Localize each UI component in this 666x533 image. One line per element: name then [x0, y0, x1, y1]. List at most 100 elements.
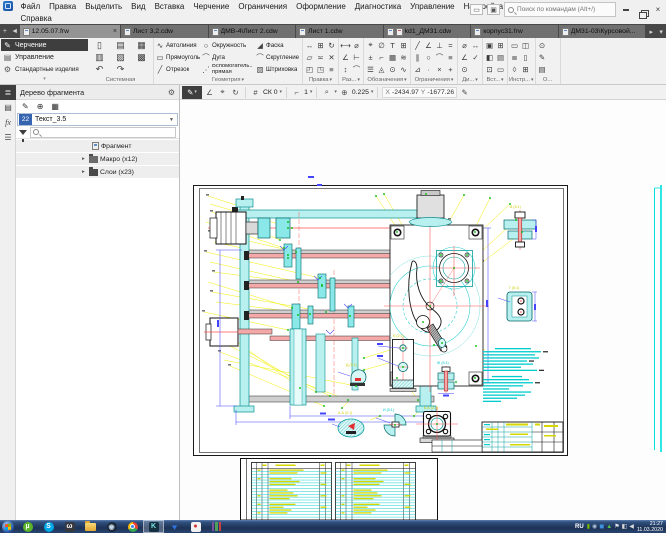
scroll-tabs-left-icon[interactable]: ◄	[10, 25, 20, 38]
tab-list-icon[interactable]: ▾	[656, 25, 666, 38]
layer-chevron-icon[interactable]: ▾	[310, 89, 313, 95]
drawing-canvas[interactable]: В (5:1) Г (5:1) Е (2:1) Ж (5:1)	[180, 100, 666, 520]
new-document-button[interactable]: +	[0, 25, 10, 38]
ribbon-tool-icon[interactable]: ↔	[470, 39, 481, 51]
tree-search-input[interactable]	[30, 127, 176, 138]
tree-item-doc[interactable]: Фрагмент	[16, 140, 179, 152]
ribbon-tool-icon[interactable]: ☰	[365, 64, 376, 76]
document-tab[interactable]: корпус31.frw	[471, 25, 558, 38]
pen-style-button[interactable]: ✎▾	[182, 86, 202, 99]
group-chevron-icon[interactable]: ▾	[330, 77, 333, 83]
group-chevron-icon[interactable]: ▾	[531, 77, 534, 83]
ribbon-tool-icon[interactable]: ⊡	[484, 64, 495, 76]
menu-panel-icon[interactable]: ☰	[0, 130, 16, 145]
ribbon-tool-icon[interactable]: ◊	[509, 64, 520, 76]
ribbon-tool-icon[interactable]: ◬	[376, 64, 387, 76]
ribbon-tool-icon[interactable]: ▭	[509, 39, 520, 51]
angle-snap-icon[interactable]: ∠	[204, 88, 215, 97]
ribbon-tool-icon[interactable]: ∥	[412, 51, 423, 63]
taskbar-skype[interactable]: S	[38, 520, 59, 533]
zoom-chevron-icon[interactable]: ▾	[371, 89, 374, 95]
ribbon-tool-icon[interactable]: ↶	[89, 64, 110, 76]
group-chevron-icon[interactable]: ▾	[241, 77, 244, 83]
eyedropper-icon[interactable]: ✎	[459, 88, 470, 97]
gear-icon[interactable]: ⚙	[168, 88, 175, 97]
cs-chevron-icon[interactable]: ▾	[280, 89, 283, 95]
taskbar-discord[interactable]: ω	[59, 520, 80, 533]
menu-item[interactable]: Ограничения	[234, 2, 292, 11]
ribbon-tool-icon[interactable]: ▣	[484, 39, 495, 51]
menu-item[interactable]: Вид	[127, 2, 150, 11]
ribbon-tool-icon[interactable]: ×	[434, 64, 445, 76]
ribbon-tool-icon[interactable]: ⊞	[315, 39, 326, 51]
document-tab[interactable]: ДМ31-03\Курсовой...	[559, 25, 646, 38]
tool-фаска[interactable]: ◢Фаска	[255, 39, 301, 51]
document-tab[interactable]: 12.05.07.frw×	[20, 25, 120, 38]
coordinate-system-value[interactable]: СК 0	[263, 89, 278, 96]
taskbar-winrar[interactable]	[206, 520, 227, 533]
tree-item-layers[interactable]: ▸Слои (x23)	[16, 166, 179, 178]
ribbon-tool-icon[interactable]: ✓	[470, 51, 481, 63]
modes-collapse-icon[interactable]: ▾	[1, 76, 88, 84]
menu-item-help[interactable]: Справка	[16, 14, 56, 23]
layer-value[interactable]: 1	[304, 89, 308, 96]
ribbon-tool-icon[interactable]: ≋	[398, 51, 409, 63]
steam-tray-icon[interactable]: ◉	[592, 523, 597, 531]
ribbon-tool-icon[interactable]: ⌀	[459, 39, 470, 51]
ribbon-tool-icon[interactable]: ∿	[398, 64, 409, 76]
ribbon-tool-icon[interactable]: ∠	[423, 39, 434, 51]
filter-icon[interactable]	[19, 130, 27, 135]
ribbon-tool-icon[interactable]: ✕	[326, 51, 337, 63]
draw-mode-icon[interactable]: ✎	[22, 102, 29, 111]
document-tab[interactable]: Лист 3,2.cdw	[121, 25, 208, 38]
mode-button[interactable]: ▤Управление	[1, 51, 88, 63]
group-chevron-icon[interactable]: ▾	[451, 77, 454, 83]
flag-tray-icon[interactable]: ⚑	[614, 523, 619, 531]
ribbon-tool-icon[interactable]: ⌒	[434, 51, 445, 63]
ribbon-tool-icon[interactable]: ▯	[89, 39, 110, 51]
layers-panel-icon[interactable]: ▤	[0, 100, 16, 115]
minimize-button[interactable]	[620, 5, 632, 15]
group-chevron-icon[interactable]: ▾	[357, 77, 360, 83]
search-input[interactable]	[517, 6, 612, 13]
reference-icon[interactable]: ▣	[487, 4, 500, 15]
group-chevron-icon[interactable]: ▾	[404, 77, 407, 83]
ribbon-tool-icon[interactable]: ▭	[495, 64, 506, 76]
ribbon-tool-icon[interactable]: ▥	[89, 51, 110, 63]
menu-item[interactable]: Черчение	[189, 2, 234, 11]
ribbon-tool-icon[interactable]: ⊞	[398, 39, 409, 51]
tool-отрезок[interactable]: ╱Отрезок	[155, 64, 201, 76]
ribbon-tool-icon[interactable]: ↻	[326, 39, 337, 51]
zoom-value[interactable]: 0.225	[352, 89, 369, 96]
taskbar-chrome[interactable]	[122, 520, 143, 533]
tree-panel-icon[interactable]: ≣	[0, 85, 16, 100]
tool-вспомогатель-прямая[interactable]: ⋰Вспомогатель.. прямая	[201, 64, 255, 76]
ribbon-tool-icon[interactable]: ∅	[376, 39, 387, 51]
tool-автолиния[interactable]: ∿Автолиния	[155, 39, 201, 51]
tab-close-icon[interactable]: ×	[113, 28, 117, 35]
menu-item[interactable]: Файл	[16, 2, 45, 11]
ribbon-tool-icon[interactable]: ⌐	[376, 51, 387, 63]
screen-mode-icon[interactable]: ▭	[470, 4, 483, 15]
ribbon-tool-icon[interactable]: ▤	[537, 64, 548, 76]
app-tray-icon[interactable]: ◼	[599, 523, 604, 531]
expand-arrow-icon[interactable]: ▸	[82, 169, 89, 175]
ribbon-tool-icon[interactable]: ±	[365, 51, 376, 63]
ribbon-tool-icon[interactable]: ◰	[304, 64, 315, 76]
ribbon-tool-icon[interactable]: +	[445, 64, 456, 76]
snap-icon[interactable]: ⌖	[217, 87, 228, 97]
ribbon-tool-icon[interactable]: ↕	[340, 64, 351, 76]
variables-panel-icon[interactable]: fx	[0, 115, 16, 130]
ribbon-tool-icon[interactable]: ↷	[110, 64, 131, 76]
ribbon-tool-icon[interactable]: ⊞	[495, 39, 506, 51]
taskbar-heart-app[interactable]: ♥	[164, 520, 185, 533]
ribbon-tool-icon[interactable]: ⊙	[537, 39, 548, 51]
tool-скругление[interactable]: ⌒Скругление	[255, 51, 301, 63]
scroll-tabs-right-icon[interactable]: ▸	[646, 25, 656, 38]
ribbon-tool-icon[interactable]: ▧	[110, 51, 131, 63]
ribbon-tool-icon[interactable]: ⊙	[387, 64, 398, 76]
ribbon-tool-icon[interactable]: ▯	[520, 51, 531, 63]
ribbon-tool-icon[interactable]: =	[445, 39, 456, 51]
ribbon-tool-icon[interactable]: ⌒	[351, 64, 362, 76]
ribbon-tool-icon[interactable]: ≡	[326, 64, 337, 76]
